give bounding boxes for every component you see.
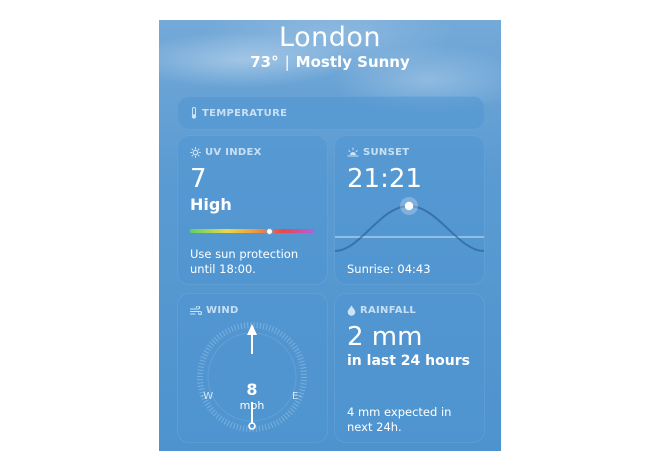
current-summary: 73° | Mostly Sunny xyxy=(159,53,501,71)
temperature-card[interactable]: TEMPERATURE xyxy=(177,96,485,130)
rainfall-amount: 2 mm xyxy=(347,322,423,352)
sunset-card-header: SUNSET xyxy=(347,147,409,158)
rainfall-card-header: RAINFALL xyxy=(347,305,416,316)
compass-west: W xyxy=(203,391,214,402)
wind-arrow-head xyxy=(247,324,257,335)
sunset-time: 21:21 xyxy=(347,164,422,194)
uv-card-label: UV INDEX xyxy=(205,147,262,158)
wind-card[interactable]: WIND -W E- 8 mph xyxy=(177,293,328,443)
city-name: London xyxy=(279,22,381,53)
rainfall-forecast-line-1: 4 mm expected in xyxy=(347,405,452,419)
temperature-card-header: TEMPERATURE xyxy=(190,107,287,119)
compass-east-label: E- xyxy=(292,391,302,402)
wind-speed: 8 xyxy=(246,380,258,399)
current-temperature: 73° xyxy=(250,53,279,71)
rainfall-card-label: RAINFALL xyxy=(360,305,417,316)
sunrise-time: Sunrise: 04:43 xyxy=(347,262,431,276)
uv-index-card[interactable]: UV INDEX 7 High Use sun protection until… xyxy=(177,135,328,285)
sun-icon xyxy=(190,147,201,158)
uv-level: High xyxy=(190,195,232,214)
uv-scale-bar xyxy=(190,227,314,235)
current-condition: Mostly Sunny xyxy=(295,53,410,71)
sun-position-marker xyxy=(404,201,414,211)
sunset-card[interactable]: SUNSET 21:21 Sunrise: 04:43 xyxy=(334,135,485,285)
uv-advice: Use sun protection until 18:00. xyxy=(190,247,298,277)
rainfall-card[interactable]: RAINFALL 2 mm in last 24 hours 4 mm expe… xyxy=(334,293,485,443)
rainfall-forecast-line-2: next 24h. xyxy=(347,420,402,434)
uv-level-marker xyxy=(265,227,273,235)
temperature-card-label: TEMPERATURE xyxy=(202,107,288,119)
uv-index-value: 7 xyxy=(190,164,207,194)
compass-west-label: -W xyxy=(200,391,214,402)
uv-advice-line-2: until 18:00. xyxy=(190,262,256,276)
wind-speed-block: 8 mph xyxy=(222,380,282,413)
rainfall-forecast: 4 mm expected in next 24h. xyxy=(347,405,451,435)
wind-unit: mph xyxy=(239,399,265,412)
uv-card-header: UV INDEX xyxy=(190,147,262,158)
thermometer-icon xyxy=(190,107,198,119)
uv-advice-line-1: Use sun protection xyxy=(190,247,299,261)
sunset-card-label: SUNSET xyxy=(363,147,410,158)
wind-compass xyxy=(197,322,307,432)
rainfall-period: in last 24 hours xyxy=(347,353,470,369)
sunset-icon xyxy=(347,147,359,158)
raindrop-icon xyxy=(347,305,356,316)
weather-screen: London 73° | Mostly Sunny TEMPERATURE UV I… xyxy=(159,20,501,451)
sun-path-graph xyxy=(335,197,484,252)
summary-separator: | xyxy=(284,53,290,71)
